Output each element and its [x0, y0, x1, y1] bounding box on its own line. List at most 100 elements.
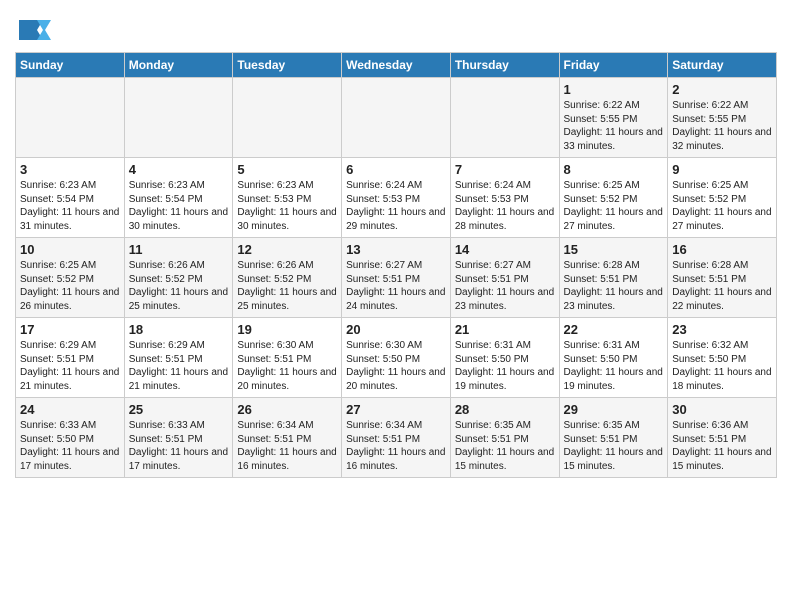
calendar-cell	[233, 78, 342, 158]
weekday-row: SundayMondayTuesdayWednesdayThursdayFrid…	[16, 53, 777, 78]
cell-info: Sunrise: 6:29 AMSunset: 5:51 PMDaylight:…	[129, 340, 228, 392]
day-number: 22	[564, 322, 664, 337]
cell-info: Sunrise: 6:30 AMSunset: 5:50 PMDaylight:…	[346, 340, 445, 392]
calendar-cell: 23Sunrise: 6:32 AMSunset: 5:50 PMDayligh…	[668, 318, 777, 398]
calendar-header: SundayMondayTuesdayWednesdayThursdayFrid…	[16, 53, 777, 78]
cell-info: Sunrise: 6:23 AMSunset: 5:53 PMDaylight:…	[237, 180, 336, 232]
day-number: 5	[237, 162, 337, 177]
calendar-cell: 5 Sunrise: 6:23 AMSunset: 5:53 PMDaylight…	[233, 158, 342, 238]
day-number: 27	[346, 402, 446, 417]
cell-info: Sunrise: 6:25 AMSunset: 5:52 PMDaylight:…	[564, 180, 663, 232]
day-number: 4	[129, 162, 229, 177]
day-number: 25	[129, 402, 229, 417]
calendar-week-1: 1 Sunrise: 6:22 AMSunset: 5:55 PMDaylight…	[16, 78, 777, 158]
calendar-week-2: 3Sunrise: 6:23 AMSunset: 5:54 PMDaylight…	[16, 158, 777, 238]
calendar-cell: 20 Sunrise: 6:30 AMSunset: 5:50 PMDayligh…	[342, 318, 451, 398]
day-number: 19	[237, 322, 337, 337]
calendar-week-4: 17 Sunrise: 6:29 AMSunset: 5:51 PMDayligh…	[16, 318, 777, 398]
calendar-cell: 29 Sunrise: 6:35 AMSunset: 5:51 PMDayligh…	[559, 398, 668, 478]
day-number: 12	[237, 242, 337, 257]
calendar-cell: 12 Sunrise: 6:26 AMSunset: 5:52 PMDayligh…	[233, 238, 342, 318]
day-number: 20	[346, 322, 446, 337]
day-number: 16	[672, 242, 772, 257]
day-number: 18	[129, 322, 229, 337]
cell-info: Sunrise: 6:26 AMSunset: 5:52 PMDaylight:…	[129, 260, 228, 312]
calendar-cell: 21 Sunrise: 6:31 AMSunset: 5:50 PMDayligh…	[450, 318, 559, 398]
day-number: 3	[20, 162, 120, 177]
day-number: 28	[455, 402, 555, 417]
cell-info: Sunrise: 6:33 AMSunset: 5:50 PMDaylight:…	[20, 420, 119, 472]
calendar-cell: 25 Sunrise: 6:33 AMSunset: 5:51 PMDayligh…	[124, 398, 233, 478]
calendar-cell: 6 Sunrise: 6:24 AMSunset: 5:53 PMDaylight…	[342, 158, 451, 238]
cell-info: Sunrise: 6:31 AMSunset: 5:50 PMDaylight:…	[455, 340, 554, 392]
calendar-cell: 16 Sunrise: 6:28 AMSunset: 5:51 PMDayligh…	[668, 238, 777, 318]
day-number: 10	[20, 242, 120, 257]
calendar-cell: 4Sunrise: 6:23 AMSunset: 5:54 PMDaylight…	[124, 158, 233, 238]
cell-info: Sunrise: 6:22 AMSunset: 5:55 PMDaylight:…	[564, 100, 663, 152]
day-number: 23	[672, 322, 772, 337]
logo	[15, 16, 53, 44]
calendar-cell: 9Sunrise: 6:25 AMSunset: 5:52 PMDaylight…	[668, 158, 777, 238]
cell-info: Sunrise: 6:28 AMSunset: 5:51 PMDaylight:…	[564, 260, 663, 312]
calendar-body: 1 Sunrise: 6:22 AMSunset: 5:55 PMDaylight…	[16, 78, 777, 478]
cell-info: Sunrise: 6:24 AMSunset: 5:53 PMDaylight:…	[346, 180, 445, 232]
cell-info: Sunrise: 6:35 AMSunset: 5:51 PMDaylight:…	[455, 420, 554, 472]
cell-info: Sunrise: 6:34 AMSunset: 5:51 PMDaylight:…	[346, 420, 445, 472]
calendar-cell	[342, 78, 451, 158]
calendar-cell	[124, 78, 233, 158]
weekday-header-monday: Monday	[124, 53, 233, 78]
calendar-cell: 7 Sunrise: 6:24 AMSunset: 5:53 PMDaylight…	[450, 158, 559, 238]
day-number: 17	[20, 322, 120, 337]
cell-info: Sunrise: 6:25 AMSunset: 5:52 PMDaylight:…	[20, 260, 119, 312]
day-number: 2	[672, 82, 772, 97]
calendar-cell	[450, 78, 559, 158]
day-number: 21	[455, 322, 555, 337]
calendar-cell: 22Sunrise: 6:31 AMSunset: 5:50 PMDayligh…	[559, 318, 668, 398]
cell-info: Sunrise: 6:33 AMSunset: 5:51 PMDaylight:…	[129, 420, 228, 472]
day-number: 29	[564, 402, 664, 417]
calendar-cell: 3Sunrise: 6:23 AMSunset: 5:54 PMDaylight…	[16, 158, 125, 238]
weekday-header-tuesday: Tuesday	[233, 53, 342, 78]
day-number: 8	[564, 162, 664, 177]
day-number: 24	[20, 402, 120, 417]
logo-icon	[15, 16, 51, 44]
day-number: 26	[237, 402, 337, 417]
calendar-cell: 14 Sunrise: 6:27 AMSunset: 5:51 PMDayligh…	[450, 238, 559, 318]
page: SundayMondayTuesdayWednesdayThursdayFrid…	[0, 0, 792, 493]
calendar-cell: 2Sunrise: 6:22 AMSunset: 5:55 PMDaylight…	[668, 78, 777, 158]
calendar-cell: 27 Sunrise: 6:34 AMSunset: 5:51 PMDayligh…	[342, 398, 451, 478]
cell-info: Sunrise: 6:29 AMSunset: 5:51 PMDaylight:…	[20, 340, 119, 392]
day-number: 6	[346, 162, 446, 177]
cell-info: Sunrise: 6:27 AMSunset: 5:51 PMDaylight:…	[346, 260, 445, 312]
calendar-cell	[16, 78, 125, 158]
cell-info: Sunrise: 6:27 AMSunset: 5:51 PMDaylight:…	[455, 260, 554, 312]
header	[15, 10, 777, 44]
cell-info: Sunrise: 6:34 AMSunset: 5:51 PMDaylight:…	[237, 420, 336, 472]
day-number: 15	[564, 242, 664, 257]
calendar-cell: 10 Sunrise: 6:25 AMSunset: 5:52 PMDayligh…	[16, 238, 125, 318]
cell-info: Sunrise: 6:25 AMSunset: 5:52 PMDaylight:…	[672, 180, 771, 232]
cell-info: Sunrise: 6:35 AMSunset: 5:51 PMDaylight:…	[564, 420, 663, 472]
calendar-cell: 18 Sunrise: 6:29 AMSunset: 5:51 PMDayligh…	[124, 318, 233, 398]
calendar-cell: 8 Sunrise: 6:25 AMSunset: 5:52 PMDaylight…	[559, 158, 668, 238]
calendar-cell: 17 Sunrise: 6:29 AMSunset: 5:51 PMDayligh…	[16, 318, 125, 398]
calendar-cell: 30 Sunrise: 6:36 AMSunset: 5:51 PMDayligh…	[668, 398, 777, 478]
calendar-cell: 28 Sunrise: 6:35 AMSunset: 5:51 PMDayligh…	[450, 398, 559, 478]
calendar-week-5: 24 Sunrise: 6:33 AMSunset: 5:50 PMDayligh…	[16, 398, 777, 478]
day-number: 7	[455, 162, 555, 177]
cell-info: Sunrise: 6:28 AMSunset: 5:51 PMDaylight:…	[672, 260, 771, 312]
calendar-cell: 11Sunrise: 6:26 AMSunset: 5:52 PMDayligh…	[124, 238, 233, 318]
cell-info: Sunrise: 6:24 AMSunset: 5:53 PMDaylight:…	[455, 180, 554, 232]
calendar-table: SundayMondayTuesdayWednesdayThursdayFrid…	[15, 52, 777, 478]
cell-info: Sunrise: 6:26 AMSunset: 5:52 PMDaylight:…	[237, 260, 336, 312]
calendar-week-3: 10 Sunrise: 6:25 AMSunset: 5:52 PMDayligh…	[16, 238, 777, 318]
day-number: 1	[564, 82, 664, 97]
weekday-header-friday: Friday	[559, 53, 668, 78]
calendar-cell: 24 Sunrise: 6:33 AMSunset: 5:50 PMDayligh…	[16, 398, 125, 478]
calendar-cell: 26 Sunrise: 6:34 AMSunset: 5:51 PMDayligh…	[233, 398, 342, 478]
cell-info: Sunrise: 6:36 AMSunset: 5:51 PMDaylight:…	[672, 420, 771, 472]
weekday-header-saturday: Saturday	[668, 53, 777, 78]
day-number: 14	[455, 242, 555, 257]
calendar-cell: 19Sunrise: 6:30 AMSunset: 5:51 PMDayligh…	[233, 318, 342, 398]
day-number: 30	[672, 402, 772, 417]
